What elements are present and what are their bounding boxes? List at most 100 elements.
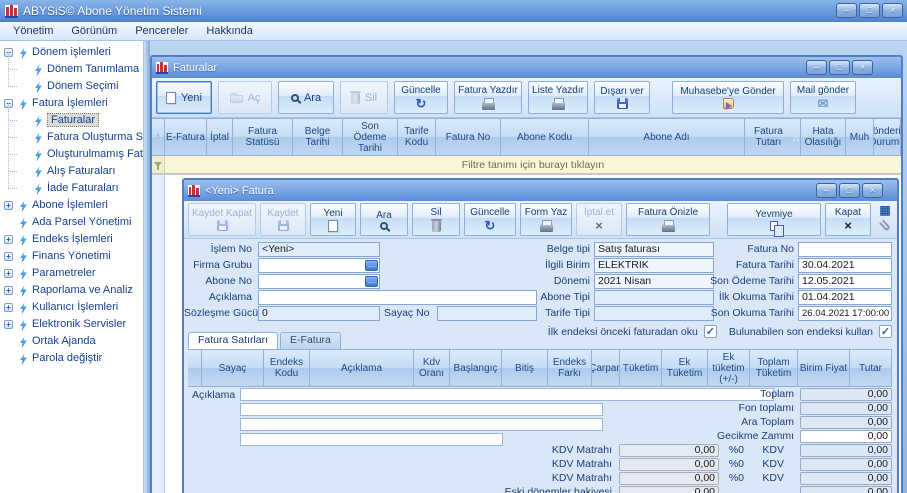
tree-expand-icon[interactable]: + [4, 286, 13, 295]
sidebar-item-donem-islemleri[interactable]: − Dönem işlemleri [0, 44, 143, 61]
column-header-fatura-no[interactable]: Fatura No [436, 119, 501, 155]
sidebar-splitter[interactable] [143, 41, 150, 493]
grid-view-icon[interactable]: ▦ [879, 204, 890, 217]
gecikme-zammi-field[interactable]: 0,00 [800, 430, 892, 443]
sidebar-item-parametreler[interactable]: + Parametreler [0, 265, 143, 282]
column-header-sayac[interactable]: Sayaç [202, 350, 264, 386]
column-header-abone-adi[interactable]: Abone Adı [589, 119, 745, 155]
sidebar-item-elektronik-servisler[interactable]: + Elektronik Servisler [0, 316, 143, 333]
column-header-aciklama[interactable]: Açıklama [310, 350, 414, 386]
column-header-carpan[interactable]: Çarpan [592, 350, 620, 386]
sil-button[interactable]: Sil [412, 203, 460, 236]
sidebar-item-ada-parsel-yonetimi[interactable]: Ada Parsel Yönetimi [0, 214, 143, 231]
ac-button[interactable]: Aç [218, 81, 272, 114]
filter-row[interactable]: Filtre tanımı için burayı tıklayın [152, 156, 901, 174]
son-okuma-tarihi-field[interactable]: 26.04.2021 17:00:00 [798, 306, 892, 321]
column-header-tutar[interactable]: Tutar [850, 350, 892, 386]
sidebar-item-fatura-olusturma-servisi[interactable]: Fatura Oluşturma Ser [0, 120, 143, 146]
sidebar-item-iade-faturalari[interactable]: İade Faturaları [0, 171, 143, 197]
column-header-hata-olasiligi[interactable]: Hata Olasılığı [801, 119, 846, 155]
form-yaz-button[interactable]: Form Yaz [520, 203, 572, 236]
maximize-button[interactable]: □ [829, 60, 850, 75]
maximize-button[interactable]: □ [839, 183, 860, 198]
fatura-onizle-button[interactable]: Fatura Önizle [626, 203, 710, 236]
close-button[interactable]: × [862, 183, 883, 198]
aciklama-line-4[interactable] [240, 433, 503, 446]
column-header-e-fatura[interactable]: E-Fatura [165, 119, 207, 155]
tree-expand-icon[interactable]: + [4, 235, 13, 244]
ilk-okuma-tarihi-field[interactable]: 01.04.2021 [798, 290, 892, 305]
ara-button[interactable]: Ara [278, 81, 334, 114]
kaydet-kapat-button[interactable]: Kaydet Kapat [188, 203, 256, 236]
muhasebeye-gonder-button[interactable]: Muhasebe'ye Gönder [672, 81, 784, 114]
tree-expand-icon[interactable]: + [4, 201, 13, 210]
minimize-button[interactable]: – [816, 183, 837, 198]
son-endeks-checkbox[interactable]: ✓ [879, 325, 892, 338]
lookup-button[interactable]: … [365, 276, 378, 287]
column-header-tuketim[interactable]: Tüketim [620, 350, 662, 386]
fatura-tarihi-field[interactable]: 30.04.2021 [798, 258, 892, 273]
sidebar-item-kullanici-islemleri[interactable]: + Kullanıcı İşlemleri [0, 299, 143, 316]
sidebar-item-ortak-ajanda[interactable]: Ortak Ajanda [0, 333, 143, 350]
column-header-son-odeme-tarihi[interactable]: Son Ödeme Tarihi [343, 119, 398, 155]
minimize-button[interactable]: – [836, 3, 857, 18]
column-header-birim-fiyat[interactable]: Birim Fiyat [798, 350, 850, 386]
firma-grubu-field[interactable]: … [258, 258, 380, 273]
aciklama-line-2[interactable] [240, 403, 603, 416]
kapat-button[interactable]: Kapat × [825, 203, 871, 236]
sidebar-item-faturalar[interactable]: Faturalar [0, 103, 143, 129]
maximize-button[interactable]: □ [859, 3, 880, 18]
menu-gorunum[interactable]: Görünüm [63, 23, 125, 39]
tab-e-fatura[interactable]: E-Fatura [280, 332, 341, 349]
son-odeme-tarihi-field[interactable]: 12.05.2021 [798, 274, 892, 289]
column-header-fatura-tutari[interactable]: Fatura Tutarı △ [745, 119, 801, 155]
column-header-toplam-tuketim[interactable]: Toplam Tüketim [750, 350, 798, 386]
guncelle-button[interactable]: Güncelle ↻ [464, 203, 516, 236]
column-header-iptal[interactable]: İptal [207, 119, 233, 155]
column-header-abone-kodu[interactable]: Abone Kodu [501, 119, 589, 155]
column-header-kdv-orani[interactable]: Kdv Oranı [414, 350, 450, 386]
column-header-endeks-kodu[interactable]: Endeks Kodu [264, 350, 310, 386]
column-header-belge-tarihi[interactable]: Belge Tarihi [293, 119, 343, 155]
sidebar-item-donem-secimi[interactable]: Dönem Seçimi [0, 69, 143, 95]
yeni-button[interactable]: Yeni [310, 203, 356, 236]
column-header-gonderim-durumu[interactable]: Gönderim Durumu [874, 119, 901, 155]
sidebar-item-finans-yonetimi[interactable]: + Finans Yönetimi [0, 248, 143, 265]
column-header-ek-tuketim[interactable]: Ek Tüketim [662, 350, 708, 386]
lookup-button[interactable]: … [365, 260, 378, 271]
tree-expand-icon[interactable]: + [4, 303, 13, 312]
liste-yazdir-button[interactable]: Liste Yazdır [528, 81, 588, 114]
minimize-button[interactable]: – [806, 60, 827, 75]
yevmiye-button[interactable]: Yevmiye [727, 203, 821, 237]
column-header-fatura-statusu[interactable]: Fatura Statüsü [233, 119, 293, 155]
column-header-muh[interactable]: Muh [846, 119, 874, 155]
column-header-baslangic[interactable]: Başlangıç [450, 350, 502, 386]
iptal-et-button[interactable]: İptal et × [576, 203, 622, 236]
menu-yonetim[interactable]: Yönetim [5, 23, 61, 39]
aciklama-line-3[interactable] [240, 418, 603, 431]
column-header-bitis[interactable]: Bitiş [502, 350, 548, 386]
menu-pencereler[interactable]: Pencereler [127, 23, 196, 39]
tree-expand-icon[interactable]: + [4, 252, 13, 261]
fatura-titlebar[interactable]: <Yeni> Fatura – □ × [184, 180, 897, 201]
abone-no-field[interactable]: … [258, 274, 380, 289]
yeni-button[interactable]: Yeni [156, 81, 212, 114]
tree-expand-icon[interactable]: + [4, 320, 13, 329]
column-header-ek-tuketim-2[interactable]: Ek tüketim (+/-) [708, 350, 750, 386]
ara-button[interactable]: Ara [360, 203, 408, 236]
sidebar-item-alis-faturalari[interactable]: Alış Faturaları [0, 154, 143, 180]
mail-gonder-button[interactable]: Mail gönder ✉ [790, 81, 856, 114]
menu-hakkinda[interactable]: Hakkında [198, 23, 260, 39]
faturalar-titlebar[interactable]: Faturalar – □ × [152, 57, 901, 78]
sidebar-item-fatura-islemleri[interactable]: − Fatura İşlemleri [0, 95, 143, 112]
aciklama-field[interactable] [258, 290, 537, 305]
sidebar-item-abone-islemleri[interactable]: + Abone İşlemleri [0, 197, 143, 214]
tab-fatura-satirlari[interactable]: Fatura Satırları [188, 332, 279, 349]
column-header-endeks-farki[interactable]: Endeks Farkı [548, 350, 592, 386]
guncelle-button[interactable]: Güncelle ↻ [394, 81, 448, 114]
sidebar-item-donem-tanimlama[interactable]: Dönem Tanımlama [0, 52, 143, 78]
column-header-tarife-kodu[interactable]: Tarife Kodu [398, 119, 436, 155]
disari-ver-button[interactable]: Dışarı ver [594, 81, 650, 114]
sidebar-item-raporlama-ve-analiz[interactable]: + Raporlama ve Analiz [0, 282, 143, 299]
fatura-no-field[interactable] [798, 242, 892, 257]
